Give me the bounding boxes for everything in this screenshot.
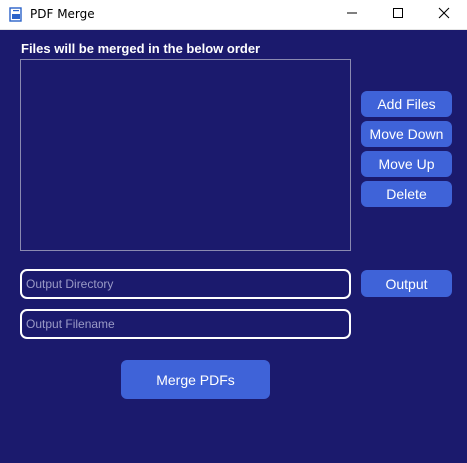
close-icon (438, 6, 450, 24)
pdf-app-icon (9, 7, 23, 22)
output-directory-field[interactable]: Output Directory (20, 269, 351, 299)
maximize-button[interactable] (375, 0, 421, 29)
output-directory-placeholder: Output Directory (26, 277, 114, 291)
add-files-button[interactable]: Add Files (361, 91, 452, 117)
title-bar: PDF Merge (0, 0, 467, 30)
maximize-icon (392, 6, 404, 24)
output-filename-field[interactable]: Output Filename (20, 309, 351, 339)
merge-pdfs-button[interactable]: Merge PDFs (121, 360, 270, 399)
delete-button[interactable]: Delete (361, 181, 452, 207)
window-title: PDF Merge (30, 7, 95, 21)
app-window: PDF Merge Files will be merged in the be… (0, 0, 467, 463)
move-up-button[interactable]: Move Up (361, 151, 452, 177)
files-listbox[interactable] (20, 59, 351, 251)
files-list-label: Files will be merged in the below order (21, 41, 261, 56)
minimize-button[interactable] (329, 0, 375, 29)
close-button[interactable] (421, 0, 467, 29)
output-filename-placeholder: Output Filename (26, 317, 115, 331)
move-down-button[interactable]: Move Down (361, 121, 452, 147)
output-button[interactable]: Output (361, 270, 452, 297)
minimize-icon (346, 6, 358, 24)
